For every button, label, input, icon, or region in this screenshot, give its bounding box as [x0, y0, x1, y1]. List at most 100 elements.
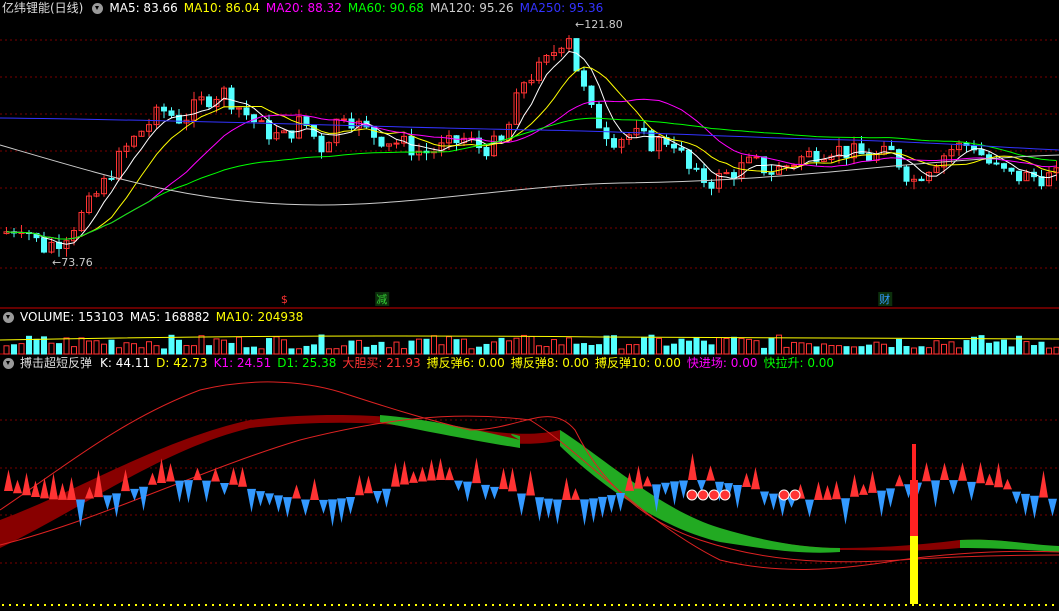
volume-bar — [1031, 345, 1037, 355]
volume-bar — [858, 346, 865, 355]
dropdown-toggle-icon[interactable] — [3, 357, 14, 369]
baseline-dot — [380, 604, 382, 606]
baseline-dot — [366, 604, 368, 606]
candle-body — [768, 172, 775, 175]
volume-bar — [648, 334, 655, 355]
baseline-dot — [968, 604, 970, 606]
baseline-dot — [198, 604, 200, 606]
indicator-spike — [823, 484, 832, 500]
candle-body — [791, 164, 797, 167]
baseline-dot — [940, 604, 942, 606]
volume-bar — [303, 345, 310, 355]
volume-bar — [881, 343, 887, 355]
candle-body — [393, 142, 400, 145]
dropdown-toggle-icon[interactable] — [3, 311, 14, 323]
volume-bar — [288, 348, 295, 355]
baseline-dot — [436, 604, 438, 606]
indicator-spike — [481, 484, 490, 501]
indicator-spike — [769, 493, 778, 511]
indicator-spike — [886, 488, 895, 508]
indicator-spike — [292, 484, 301, 499]
indicator-legend-item-9: 快拉升: 0.00 — [763, 356, 835, 370]
indicator-spike — [742, 472, 751, 488]
indicator-spike — [814, 481, 823, 500]
volume-bar — [611, 335, 617, 355]
baseline-dot — [996, 604, 998, 606]
volume-bar — [71, 346, 77, 355]
baseline-dot — [142, 604, 144, 606]
baseline-dot — [492, 604, 494, 606]
baseline-dot — [513, 604, 515, 606]
volume-bar — [941, 343, 947, 355]
candle-body — [1008, 167, 1015, 172]
baseline-dot — [331, 604, 333, 606]
baseline-dot — [247, 604, 249, 606]
indicator-spike — [688, 452, 697, 481]
baseline-dot — [863, 604, 865, 606]
baseline-dot — [212, 604, 214, 606]
volume-bar — [873, 341, 880, 355]
baseline-dot — [695, 604, 697, 606]
volume-bar — [761, 347, 767, 355]
volume-bar — [1001, 339, 1007, 355]
indicator-spike — [670, 481, 679, 506]
indicator-spike — [463, 481, 472, 503]
volume-bar — [836, 345, 842, 355]
baseline-dot — [569, 604, 571, 606]
baseline-dot — [877, 604, 879, 606]
volume-bar — [558, 344, 565, 355]
indicator-spike — [553, 499, 562, 525]
volume-bar — [843, 346, 850, 355]
volume-bar — [378, 341, 385, 355]
indicator-spike — [400, 460, 409, 485]
volume-bar — [311, 344, 317, 355]
baseline-dot — [646, 604, 648, 606]
volume-bar — [948, 341, 955, 355]
dropdown-toggle-icon[interactable] — [92, 2, 104, 14]
baseline-dot — [100, 604, 102, 606]
volume-bar — [296, 348, 302, 355]
baseline-dot — [912, 604, 914, 606]
baseline-dot — [674, 604, 676, 606]
baseline-dot — [926, 604, 928, 606]
volume-bar — [281, 339, 287, 355]
indicator-spike — [418, 466, 427, 482]
volume-bar — [753, 340, 760, 355]
volume-bar — [18, 343, 25, 355]
volume-bar — [633, 344, 640, 355]
baseline-dot — [457, 604, 459, 606]
ma-legend-item-1: MA10: 86.04 — [183, 1, 260, 15]
stock-chart[interactable]: ←121.80 ←73.76 $ 减 财 — [0, 0, 1059, 611]
indicator-spike — [895, 474, 904, 487]
indicator-spike — [328, 499, 337, 527]
baseline-dot — [744, 604, 746, 606]
volume-bar — [401, 348, 407, 355]
signal-ball-icon — [697, 489, 709, 501]
indicator-legend-item-4: 大胆买: 21.93 — [342, 356, 421, 370]
candle-body — [648, 130, 655, 152]
baseline-dot — [891, 604, 893, 606]
volume-bar — [1008, 346, 1015, 355]
volume-bar — [333, 348, 340, 355]
candle-body — [993, 162, 1000, 165]
baseline-dot — [338, 604, 340, 606]
indicator-spike — [265, 493, 274, 506]
baseline-dot — [653, 604, 655, 606]
baseline-dot — [387, 604, 389, 606]
volume-bar — [663, 345, 670, 355]
baseline-dot — [779, 604, 781, 606]
candle-body — [41, 237, 47, 253]
indicator-spike — [571, 488, 580, 500]
baseline-dot — [576, 604, 578, 606]
candle-body — [371, 126, 377, 138]
volume-bar — [318, 334, 325, 355]
baseline-dot — [660, 604, 662, 606]
price-legend: 亿纬锂能(日线) MA5: 83.66 MA10: 86.04 MA20: 88.3… — [0, 0, 615, 16]
candle-body — [168, 110, 175, 116]
baseline-dot — [961, 604, 963, 606]
baseline-dot — [359, 604, 361, 606]
baseline-dot — [527, 604, 529, 606]
indicator-spike — [976, 461, 985, 484]
baseline-dot — [548, 604, 550, 606]
indicator-spike — [562, 477, 571, 500]
